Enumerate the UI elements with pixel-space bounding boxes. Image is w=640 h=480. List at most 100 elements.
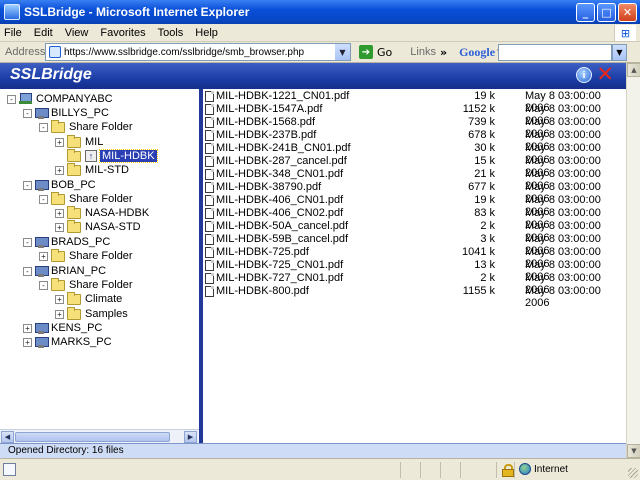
tree-node[interactable]: - Share Folder	[39, 277, 133, 292]
app-close-icon[interactable]: ✕	[596, 64, 614, 85]
tree-node[interactable]: + Climate	[55, 291, 122, 306]
links-chevron-icon[interactable]: »	[440, 46, 447, 59]
file-row[interactable]: MIL-HDBK-1568.pdf 739 k May 8 03:00:00 200…	[203, 116, 626, 140]
tree-node-label[interactable]: MARKS_PC	[51, 336, 112, 348]
scroll-up-icon[interactable]: ▲	[627, 63, 640, 77]
address-dropdown-icon[interactable]: ▼	[335, 44, 350, 60]
tree-node[interactable]: + Samples	[55, 306, 128, 321]
expand-icon[interactable]: +	[55, 208, 64, 218]
resize-grip-icon[interactable]	[628, 468, 638, 478]
file-row[interactable]: MIL-HDBK-727_CN01.pdf 2 k May 8 03:00:00 2…	[203, 272, 626, 296]
expand-icon[interactable]: +	[55, 137, 64, 147]
file-row[interactable]: MIL-HDBK-406_CN02.pdf 83 k May 8 03:00:00 …	[203, 207, 626, 231]
window-close-button[interactable]: ✕	[618, 3, 637, 22]
file-row[interactable]: MIL-HDBK-38790.pdf 677 k May 8 03:00:00 20…	[203, 181, 626, 205]
tree-node-label[interactable]: KENS_PC	[51, 322, 102, 334]
lock-icon[interactable]	[502, 464, 514, 477]
file-row[interactable]: MIL-HDBK-1221_CN01.pdf 19 k May 8 03:00:00…	[203, 90, 626, 114]
tree-node-label[interactable]: Climate	[85, 293, 122, 305]
tree-horizontal-scrollbar[interactable]: ◀ ▶	[0, 429, 199, 443]
scroll-right-icon[interactable]: ▶	[184, 431, 197, 443]
expand-icon[interactable]: +	[23, 337, 32, 347]
minimize-button[interactable]: _	[576, 3, 595, 22]
tree-node[interactable]: - BOB_PC	[23, 178, 96, 192]
links-label[interactable]: Links	[410, 46, 436, 58]
expand-icon[interactable]: +	[55, 222, 64, 232]
tree-node[interactable]: - Share Folder	[39, 119, 133, 134]
tree-node-label[interactable]: MIL-STD	[85, 164, 129, 176]
tree-node-label[interactable]: Share Folder	[69, 121, 133, 133]
tree-node[interactable]: + MIL-STD	[55, 162, 129, 177]
collapse-icon[interactable]: -	[7, 94, 16, 104]
tree-node[interactable]: - BRIAN_PC	[23, 264, 106, 278]
file-name[interactable]: MIL-HDBK-727_CN01.pdf	[216, 272, 343, 284]
file-row[interactable]: MIL-HDBK-287_cancel.pdf 15 k May 8 03:00:0…	[203, 155, 626, 179]
expand-icon[interactable]: +	[55, 165, 64, 175]
tree-node-label[interactable]: MIL	[85, 136, 103, 148]
tree-node-label[interactable]: Share Folder	[69, 193, 133, 205]
tree-node-label[interactable]: Share Folder	[69, 250, 133, 262]
scroll-down-icon[interactable]: ▼	[627, 444, 640, 458]
file-name[interactable]: MIL-HDBK-1568.pdf	[216, 116, 315, 128]
tree-node-label[interactable]: Samples	[85, 308, 128, 320]
tree-node[interactable]: - BILLYS_PC	[23, 106, 109, 120]
collapse-icon[interactable]: -	[39, 122, 48, 132]
tree-node[interactable]: - BRADS_PC	[23, 235, 110, 249]
tree-node[interactable]: - COMPANYABC	[7, 92, 113, 106]
tree-node-label[interactable]: BOB_PC	[51, 179, 96, 191]
scroll-thumb[interactable]	[15, 432, 170, 442]
file-name[interactable]: MIL-HDBK-287_cancel.pdf	[216, 155, 347, 167]
file-name[interactable]: MIL-HDBK-59B_cancel.pdf	[216, 233, 348, 245]
file-name[interactable]: MIL-HDBK-1547A.pdf	[216, 103, 322, 115]
maximize-button[interactable]: □	[597, 3, 616, 22]
scroll-left-icon[interactable]: ◀	[1, 431, 14, 443]
file-row[interactable]: MIL-HDBK-725_CN01.pdf 13 k May 8 03:00:00 …	[203, 259, 626, 283]
file-row[interactable]: MIL-HDBK-237B.pdf 678 k May 8 03:00:00 200…	[203, 129, 626, 153]
tree-node-label[interactable]: NASA-STD	[85, 221, 141, 233]
file-row[interactable]: MIL-HDBK-406_CN01.pdf 19 k May 8 03:00:00 …	[203, 194, 626, 218]
search-dropdown-icon[interactable]: ▼	[612, 44, 627, 61]
file-name[interactable]: MIL-HDBK-237B.pdf	[216, 129, 316, 141]
window-title-bar[interactable]: SSLBridge - Microsoft Internet Explorer …	[0, 0, 640, 24]
google-search-input-box[interactable]	[498, 44, 612, 61]
go-button[interactable]: ➔ Go	[359, 45, 392, 59]
tree-node-label[interactable]: BILLYS_PC	[51, 107, 109, 119]
menu-file[interactable]: File	[4, 27, 22, 39]
collapse-icon[interactable]: -	[23, 180, 32, 190]
file-name[interactable]: MIL-HDBK-241B_CN01.pdf	[216, 142, 351, 154]
file-name[interactable]: MIL-HDBK-725.pdf	[216, 246, 309, 258]
tree-node[interactable]: ↑ MIL-HDBK	[55, 148, 158, 163]
tree-node-label[interactable]: BRIAN_PC	[51, 265, 106, 277]
tree-node[interactable]: + NASA-STD	[55, 219, 141, 234]
tree-node-label[interactable]: MIL-HDBK	[99, 149, 158, 163]
collapse-icon[interactable]: -	[23, 266, 32, 276]
file-name[interactable]: MIL-HDBK-800.pdf	[216, 285, 309, 297]
file-row[interactable]: MIL-HDBK-800.pdf 1155 k May 8 03:00:00 200…	[203, 285, 626, 309]
collapse-icon[interactable]: -	[23, 108, 32, 118]
menu-help[interactable]: Help	[195, 27, 218, 39]
expand-icon[interactable]: +	[55, 294, 64, 304]
tree-node[interactable]: + NASA-HDBK	[55, 205, 149, 220]
tree-node[interactable]: + MIL	[55, 134, 103, 149]
file-row[interactable]: MIL-HDBK-725.pdf 1041 k May 8 03:00:00 200…	[203, 246, 626, 270]
address-field[interactable]: https://www.sslbridge.com/sslbridge/smb_…	[45, 43, 351, 61]
file-row[interactable]: MIL-HDBK-50A_cancel.pdf 2 k May 8 03:00:00…	[203, 220, 626, 244]
expand-icon[interactable]: +	[55, 309, 64, 319]
google-toolbar-logo[interactable]: Google	[459, 45, 495, 60]
collapse-icon[interactable]: -	[39, 280, 48, 290]
file-row[interactable]: MIL-HDBK-348_CN01.pdf 21 k May 8 03:00:00 …	[203, 168, 626, 192]
file-name[interactable]: MIL-HDBK-38790.pdf	[216, 181, 321, 193]
tree-node-label[interactable]: Share Folder	[69, 279, 133, 291]
tree-node[interactable]: - Share Folder	[39, 191, 133, 206]
collapse-icon[interactable]: -	[39, 194, 48, 204]
tree-node[interactable]: + Share Folder	[39, 248, 133, 263]
expand-icon[interactable]: +	[39, 251, 48, 261]
address-url[interactable]: https://www.sslbridge.com/sslbridge/smb_…	[64, 47, 304, 58]
tree-node-label[interactable]: COMPANYABC	[36, 93, 113, 105]
file-row[interactable]: MIL-HDBK-241B_CN01.pdf 30 k May 8 03:00:00…	[203, 142, 626, 166]
menu-tools[interactable]: Tools	[158, 27, 184, 39]
file-row[interactable]: MIL-HDBK-1547A.pdf 1152 k May 8 03:00:00 2…	[203, 103, 626, 127]
collapse-icon[interactable]: -	[23, 237, 32, 247]
file-row[interactable]: MIL-HDBK-59B_cancel.pdf 3 k May 8 03:00:00…	[203, 233, 626, 257]
tree-node[interactable]: + KENS_PC	[23, 321, 102, 335]
